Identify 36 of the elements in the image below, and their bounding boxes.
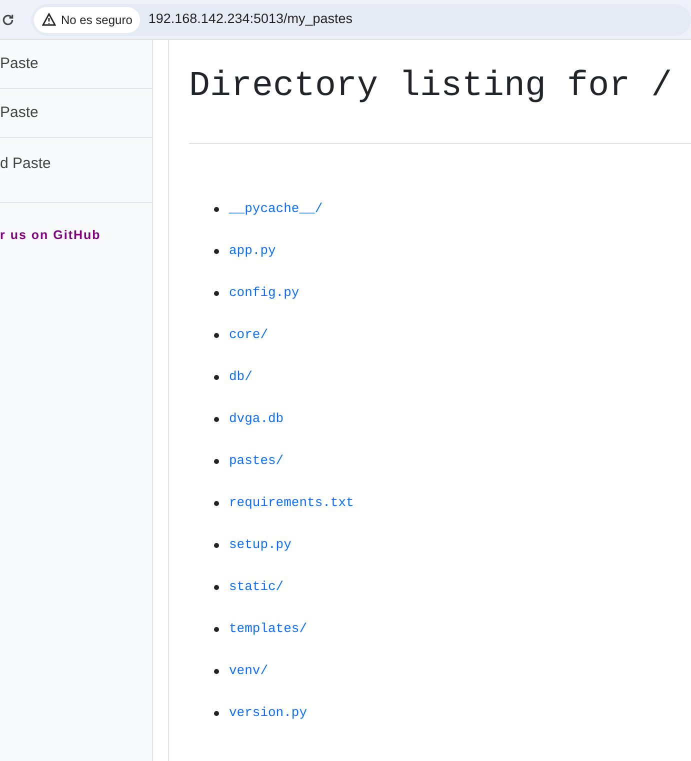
file-link[interactable]: setup.py [229, 536, 292, 552]
bullet-icon [214, 542, 219, 548]
security-badge[interactable]: No es seguro [34, 6, 140, 32]
bullet-icon [214, 500, 219, 506]
bullet-icon [214, 290, 219, 296]
bullet-icon [214, 206, 219, 212]
reload-icon[interactable] [1, 12, 15, 26]
bullet-icon [214, 668, 219, 674]
file-link[interactable]: requirements.txt [229, 494, 354, 510]
bullet-icon [214, 416, 219, 422]
file-link[interactable]: static/ [229, 578, 284, 594]
sidebar-link[interactable]: Paste [0, 52, 38, 76]
bullet-icon [214, 374, 219, 380]
file-link[interactable]: db/ [229, 368, 252, 384]
file-link[interactable]: config.py [229, 284, 300, 300]
url-text: 192.168.142.234:5013/my_pastes [148, 10, 353, 28]
file-link[interactable]: venv/ [229, 662, 268, 678]
file-link[interactable]: app.py [229, 242, 276, 258]
file-link[interactable]: dvga.db [229, 410, 284, 426]
file-link[interactable]: __pycache__/ [229, 200, 323, 216]
bullet-icon [214, 332, 219, 338]
sidebar-link[interactable]: Paste [0, 102, 38, 124]
bullet-icon [214, 710, 219, 716]
bullet-icon [214, 626, 219, 632]
sidebar-link[interactable]: d Paste [0, 153, 51, 202]
warning-icon [42, 13, 56, 26]
github-link[interactable]: r us on GitHub [0, 226, 152, 245]
bullet-icon [214, 584, 219, 590]
file-link[interactable]: pastes/ [229, 452, 284, 468]
file-link[interactable]: core/ [229, 326, 268, 342]
bullet-icon [214, 458, 219, 464]
file-link[interactable]: version.py [229, 704, 308, 720]
bullet-icon [214, 248, 219, 254]
file-link[interactable]: templates/ [229, 620, 308, 636]
page-title: Directory listing for / [189, 65, 674, 108]
address-field[interactable]: No es seguro 192.168.142.234:5013/my_pastes [31, 4, 691, 36]
